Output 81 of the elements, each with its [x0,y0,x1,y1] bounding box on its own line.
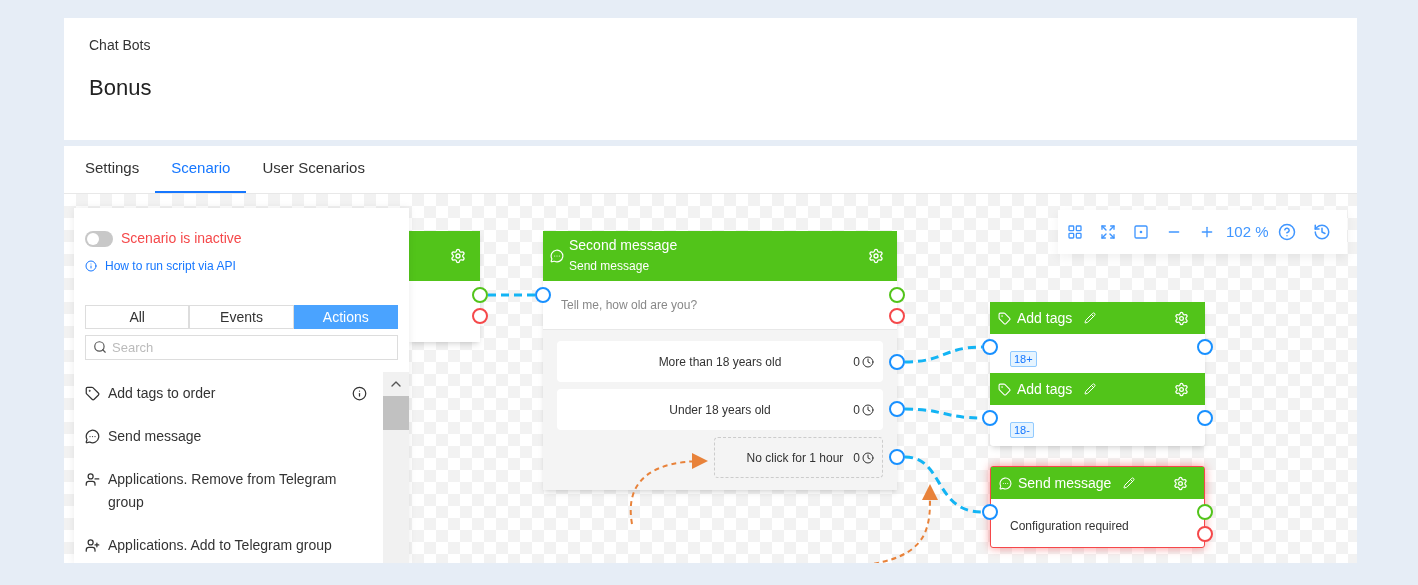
connection-port[interactable] [1197,410,1213,426]
connection-port[interactable] [982,410,998,426]
count-label: 0 [853,449,860,467]
zoom-in-icon[interactable] [1199,224,1215,240]
fullscreen-icon[interactable] [1100,224,1116,240]
settings-icon [450,248,466,264]
node-text: Configuration required [1010,519,1129,533]
message-node[interactable]: Second message Send message Tell me, how old are you? More than 18 years old 0 Under 18 years old 0 No click for 1 hour 0 [543,231,897,490]
tag-chip: 18- [1010,422,1034,438]
action-item[interactable]: Applications. Remove from Telegram group [85,458,367,524]
count-label: 0 [853,353,860,371]
connection-port[interactable] [889,449,905,465]
tab[interactable]: Settings [69,146,156,193]
edit-icon [1084,312,1097,324]
tab[interactable]: User Scenarios [246,146,381,193]
settings-icon [1174,381,1189,397]
node-title: Add tags [1017,308,1073,328]
clock-icon [862,355,874,368]
message-node[interactable]: Send message Configuration required [990,466,1205,548]
connection-port[interactable] [889,308,905,324]
message-text: Tell me, how old are you? [561,297,698,314]
clock-icon [862,451,874,464]
grid-icon[interactable] [1067,224,1083,240]
toggle-switch[interactable] [85,230,113,247]
chat-bubble-icon [85,429,100,444]
node-title: Second message [569,236,679,255]
connector [488,293,535,297]
edit-icon [1123,477,1136,489]
tag-icon [998,311,1011,325]
filter-tab[interactable]: All [85,305,190,329]
add-tags-node[interactable]: Add tags 18- [990,373,1205,446]
connection-port[interactable] [1197,339,1213,355]
center-icon[interactable] [1133,224,1149,240]
clock-icon [862,403,874,416]
history-icon[interactable] [1312,223,1331,241]
node-title: Send message [1018,473,1112,493]
connection-port[interactable] [535,287,551,303]
chat-bubble-icon [550,249,564,263]
info-icon [85,260,97,272]
connection-port[interactable] [1197,504,1213,520]
settings-icon [1173,475,1188,491]
node-subtitle: Send message [569,258,651,275]
settings-icon [1174,310,1189,326]
search-field[interactable]: Search [85,335,398,360]
connection-port[interactable] [1197,526,1213,542]
connection-port[interactable] [889,354,905,370]
answer-button[interactable]: More than 18 years old 0 [557,341,883,382]
help-link[interactable]: How to run script via API [85,257,236,275]
tag-icon [998,382,1011,396]
help-icon[interactable] [1277,223,1296,241]
tag-chip: 18+ [1010,351,1037,367]
action-item[interactable]: Applications. Add to Telegram group [85,524,367,563]
node-title: Add tags [1017,379,1073,399]
answer-button[interactable]: Under 18 years old 0 [557,389,883,430]
connection-port[interactable] [472,287,488,303]
zoom-level: 102 % [1226,221,1269,242]
breadcrumb[interactable]: Chat Bots [89,35,1332,56]
status-label: Scenario is inactive [121,229,242,248]
tag-icon [85,386,100,401]
add-tags-node[interactable]: Add tags 18+ [990,302,1205,375]
count-label: 0 [853,401,860,419]
action-item[interactable]: Send message [85,415,367,458]
scrollbar-thumb[interactable] [383,396,409,430]
user-minus-icon [85,472,100,487]
message-node[interactable] [409,231,480,342]
connection-port[interactable] [889,287,905,303]
page-title: Bonus [89,74,153,102]
action-item[interactable]: Add tags to order [85,372,367,415]
chat-bubble-icon [999,476,1012,490]
connection-port[interactable] [982,504,998,520]
info-icon [352,386,367,401]
connection-port[interactable] [982,339,998,355]
search-icon [93,340,107,354]
scrollbar[interactable] [383,372,409,563]
filter-tab[interactable]: Events [189,305,294,329]
timeout-condition[interactable]: No click for 1 hour 0 [714,437,883,478]
user-plus-icon [85,538,100,553]
edit-icon [1084,383,1097,395]
connection-port[interactable] [472,308,488,324]
connection-port[interactable] [889,401,905,417]
settings-icon [868,248,884,264]
